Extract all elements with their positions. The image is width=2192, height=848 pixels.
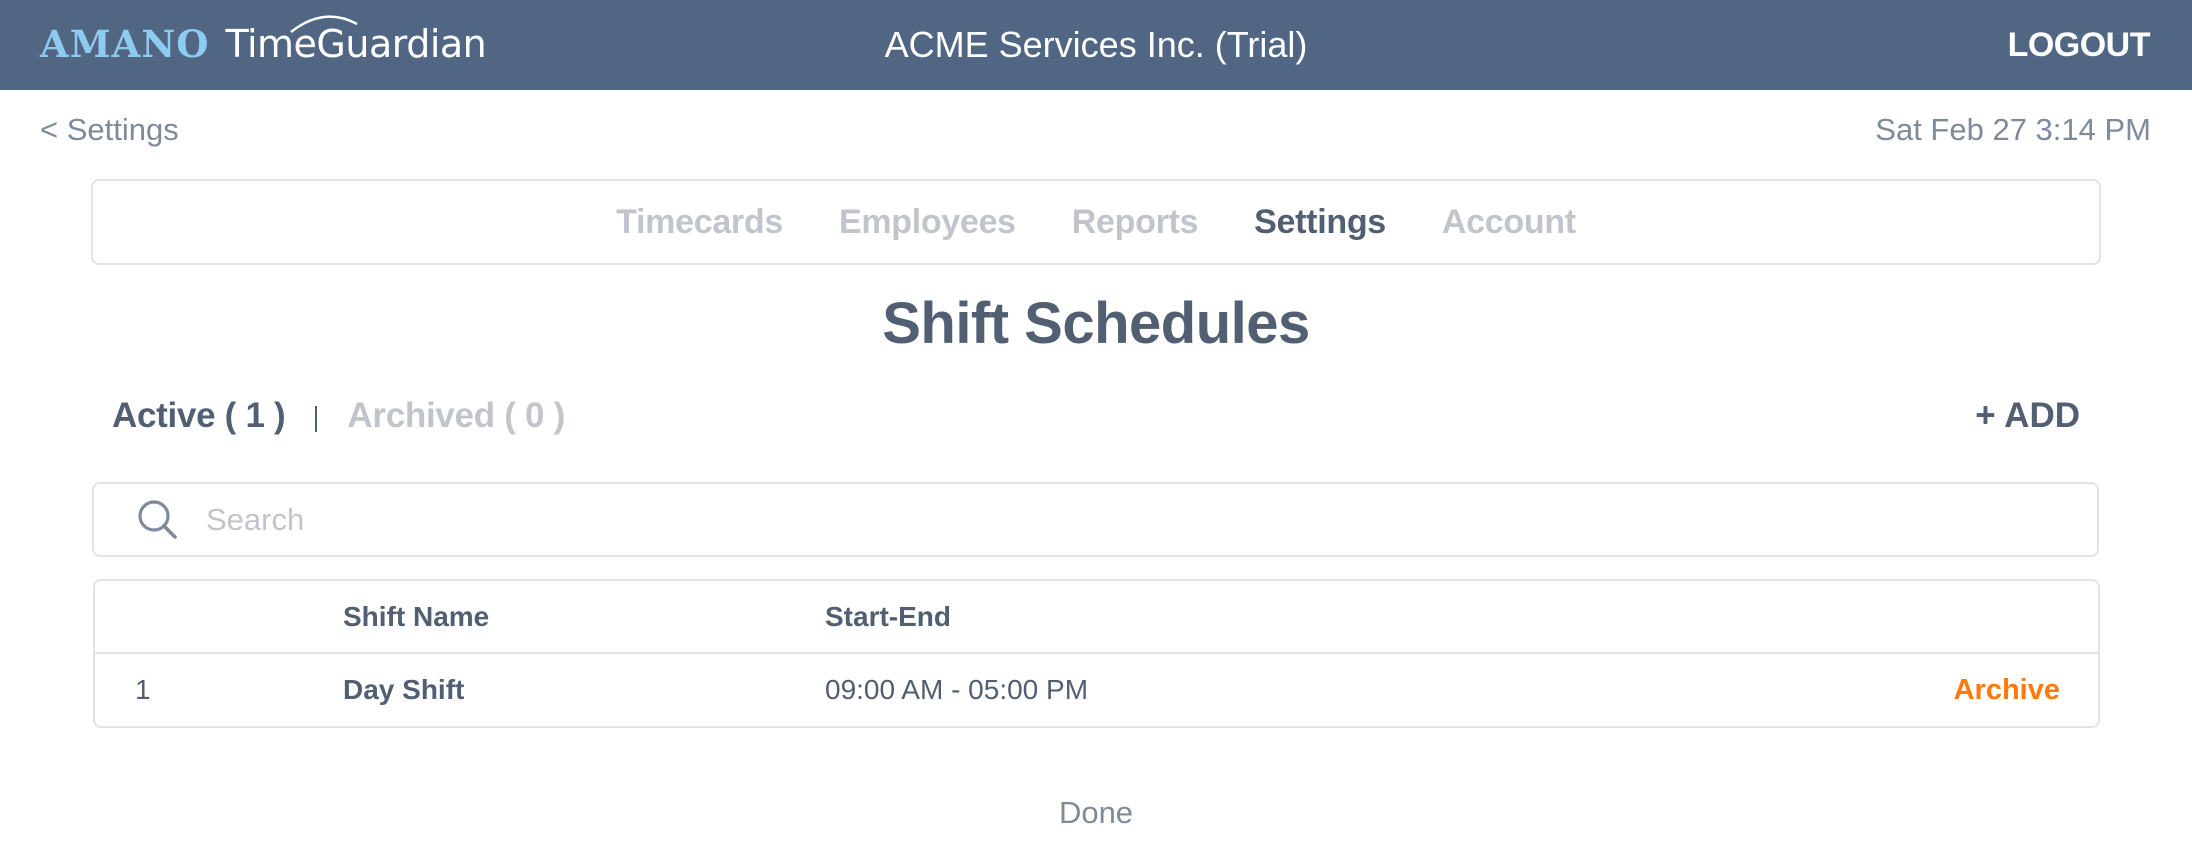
status-tabs: Active ( 1 ) Archived ( 0 )	[112, 396, 565, 436]
row-index: 1	[135, 674, 151, 705]
shift-start-end: 09:00 AM - 05:00 PM	[825, 674, 1089, 705]
search-icon	[138, 499, 177, 539]
main-nav: Timecards Employees Reports Settings Acc…	[91, 179, 2101, 265]
tab-archived[interactable]: Archived ( 0 )	[347, 396, 565, 436]
nav-tab-timecards[interactable]: Timecards	[616, 203, 783, 242]
search-input[interactable]	[206, 501, 2006, 538]
page-title: Shift Schedules	[882, 291, 1310, 356]
nav-tab-account[interactable]: Account	[1442, 203, 1576, 242]
done-button[interactable]: Done	[1059, 795, 1133, 830]
app-logo[interactable]: AMANO TimeGuardian	[40, 14, 487, 74]
nav-tab-reports[interactable]: Reports	[1072, 203, 1199, 242]
tab-divider	[315, 406, 318, 432]
add-shift-button[interactable]: + ADD	[1975, 396, 2080, 436]
table-header-row: Shift Name Start-End	[95, 581, 2098, 654]
search-bar	[92, 482, 2099, 557]
shift-name[interactable]: Day Shift	[343, 654, 464, 726]
column-header-shift-name[interactable]: Shift Name	[343, 581, 489, 652]
back-to-settings-link[interactable]: < Settings	[40, 112, 179, 148]
logo-product: TimeGuardian	[225, 15, 487, 66]
column-header-start-end[interactable]: Start-End	[825, 581, 951, 652]
done-wrap: Done	[0, 795, 2192, 831]
nav-tab-employees[interactable]: Employees	[839, 203, 1016, 242]
logo-brand: AMANO	[40, 22, 210, 66]
table-row[interactable]: 1 Day Shift 09:00 AM - 05:00 PM Archive	[95, 654, 2098, 726]
shift-schedules-table: Shift Name Start-End 1 Day Shift 09:00 A…	[93, 579, 2100, 728]
tab-active[interactable]: Active ( 1 )	[112, 396, 286, 436]
logout-button[interactable]: LOGOUT	[2008, 0, 2151, 90]
top-bar: AMANO TimeGuardian ACME Services Inc. (T…	[0, 0, 2192, 90]
logo-arc-icon	[290, 15, 359, 33]
archive-button[interactable]: Archive	[1954, 674, 2060, 707]
nav-tab-settings[interactable]: Settings	[1254, 203, 1386, 242]
archive-cell: Archive	[1954, 654, 2060, 726]
current-datetime: Sat Feb 27 3:14 PM	[1875, 112, 2151, 147]
company-name: ACME Services Inc. (Trial)	[884, 24, 1308, 65]
